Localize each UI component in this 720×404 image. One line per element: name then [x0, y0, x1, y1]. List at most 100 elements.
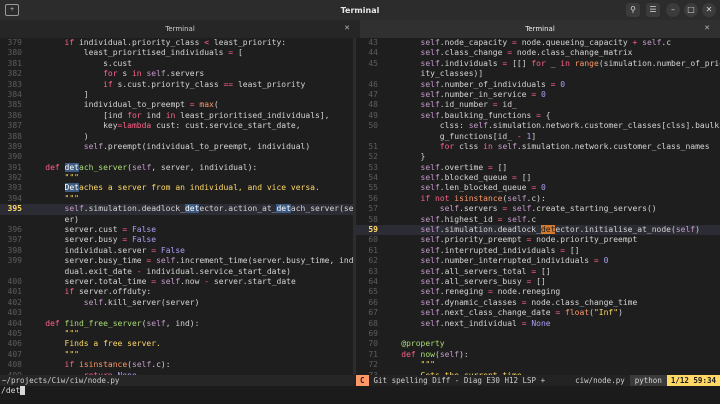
tab-label: Terminal — [525, 25, 555, 33]
code-line[interactable]: 61 self.interrupted_individuals = [] — [356, 246, 720, 256]
code-text: """ — [420, 360, 435, 370]
maximize-icon[interactable]: □ — [684, 3, 698, 17]
code-text: self.number_of_individuals = 0 — [420, 79, 566, 89]
code-line[interactable]: 408 if isinstance(self.c): — [0, 360, 353, 370]
code-line[interactable]: 55 self.len_blocked_queue = 0 — [356, 183, 720, 193]
code-line[interactable]: 63 self.all_servers_total = [] — [356, 267, 720, 277]
code-line[interactable]: 405 """ — [0, 329, 353, 339]
code-line[interactable]: 46 self.number_of_individuals = 0 — [356, 80, 720, 90]
code-line[interactable]: 400 server.total_time = self.now - serve… — [0, 277, 353, 287]
line-number: 63 — [368, 266, 378, 276]
code-line[interactable]: 71 def now(self): — [356, 350, 720, 360]
code-line[interactable]: 52 } — [356, 152, 720, 162]
line-number: 407 — [7, 349, 22, 359]
code-line[interactable]: 379 if individual.priority_class < least… — [0, 38, 353, 48]
code-line[interactable]: 56 if not isinstance(self.c): — [356, 194, 720, 204]
code-line[interactable]: 386 [ind for ind in least_prioritised_in… — [0, 111, 353, 121]
code-line[interactable]: 387 key=lambda cust: cust.service_start_… — [0, 121, 353, 131]
code-line[interactable]: 54 self.blocked_queue = [] — [356, 173, 720, 183]
code-line[interactable]: 48 self.id_number = id_ — [356, 100, 720, 110]
code-line[interactable]: 53 self.overtime = [] — [356, 163, 720, 173]
line-number: 53 — [368, 162, 378, 172]
mode-indicator: C — [356, 375, 369, 386]
code-line[interactable]: 407 """ — [0, 350, 353, 360]
code-line[interactable]: 392 """ — [0, 173, 353, 183]
code-text: ] — [26, 89, 89, 99]
close-tab-icon[interactable]: ✕ — [704, 24, 710, 32]
code-line[interactable]: 58 self.highest_id = self.c — [356, 215, 720, 225]
code-text: self.reneging = node.reneging — [420, 287, 561, 297]
code-line[interactable]: 404 def find_free_server(self, ind): — [0, 319, 353, 329]
code-line[interactable]: 43 self.node_capacity = node.queueing_ca… — [356, 38, 720, 48]
search-icon[interactable]: ⚲ — [626, 3, 640, 17]
line-number: 398 — [7, 245, 22, 255]
editor-pane-right[interactable]: 43 self.node_capacity = node.queueing_ca… — [356, 38, 720, 375]
code-line[interactable]: 384 ] — [0, 90, 353, 100]
code-line[interactable]: 62 self.number_interrupted_individuals =… — [356, 256, 720, 266]
code-text: clss: self.simulation.network.customer_c… — [382, 121, 720, 131]
code-line[interactable]: 402 self.kill_server(server) — [0, 298, 353, 308]
code-line[interactable]: 66 self.dynamic_classes = node.class_cha… — [356, 298, 720, 308]
code-line[interactable]: 403 — [0, 308, 353, 318]
code-line[interactable]: 398 individual.server = False — [0, 246, 353, 256]
code-line[interactable]: 49 self.baulking_functions = { — [356, 111, 720, 121]
code-line[interactable]: ity_classes)] — [356, 69, 720, 79]
code-line[interactable]: 50 clss: self.simulation.network.custome… — [356, 121, 720, 131]
code-line[interactable]: 57 self.servers = self.create_starting_s… — [356, 204, 720, 214]
line-number: 389 — [7, 141, 22, 151]
code-line[interactable]: 390 — [0, 152, 353, 162]
code-line[interactable]: 60 self.priority_preempt = node.priority… — [356, 235, 720, 245]
code-line[interactable]: 406 Finds a free server. — [0, 339, 353, 349]
code-line[interactable]: 397 server.busy = False — [0, 235, 353, 245]
code-line[interactable]: 51 for clss in self.simulation.network.c… — [356, 142, 720, 152]
code-line[interactable]: g_functions[id_ - 1] — [356, 132, 720, 142]
code-text: """ — [64, 173, 79, 183]
code-line[interactable]: 59 self.simulation.deadlock_detector.ini… — [356, 225, 720, 236]
code-line[interactable]: 395 self.simulation.deadlock_detector.ac… — [0, 204, 353, 215]
code-text: @property — [401, 339, 445, 349]
code-line[interactable]: 47 self.number_in_service = 0 — [356, 90, 720, 100]
code-text: self.node_capacity = node.queueing_capac… — [420, 38, 672, 47]
editor-pane-left[interactable]: 379 if individual.priority_class < least… — [0, 38, 353, 375]
code-text: key=lambda cust: cust.service_start_date… — [26, 121, 301, 131]
code-line[interactable]: 69 — [356, 329, 720, 339]
code-line[interactable]: 391 def detach_server(self, server, indi… — [0, 162, 353, 173]
code-line[interactable]: 68 self.next_individual = None — [356, 319, 720, 329]
command-line[interactable]: /det — [0, 386, 720, 404]
code-text: self.priority_preempt = node.priority_pr… — [420, 235, 638, 245]
tab-terminal-2[interactable]: Terminal ✕ — [360, 20, 720, 38]
code-line[interactable]: 396 server.cust = False — [0, 225, 353, 235]
line-number: 55 — [368, 183, 378, 193]
code-line[interactable]: 67 self.next_class_change_date = float("… — [356, 308, 720, 318]
code-text: s.cust — [26, 58, 132, 68]
code-line[interactable]: 399 server.busy_time = self.increment_ti… — [0, 256, 353, 266]
code-line[interactable]: 394 """ — [0, 194, 353, 204]
tab-terminal-1[interactable]: Terminal ✕ — [0, 20, 360, 38]
code-line[interactable]: er) — [0, 215, 353, 225]
line-number: 402 — [7, 297, 22, 307]
code-line[interactable]: 64 self.all_servers_busy = [] — [356, 277, 720, 287]
code-line[interactable]: 385 individual_to_preempt = max( — [0, 100, 353, 110]
code-line[interactable]: 65 self.reneging = node.reneging — [356, 287, 720, 297]
close-icon[interactable]: ✕ — [702, 3, 716, 17]
code-line[interactable]: 388 ) — [0, 132, 353, 142]
code-line[interactable]: 72 """ — [356, 360, 720, 370]
new-tab-icon[interactable]: + — [5, 4, 19, 16]
code-line[interactable]: 380 least_prioritised_individuals = [ — [0, 48, 353, 58]
code-line[interactable]: 381 s.cust — [0, 59, 353, 69]
close-tab-icon[interactable]: ✕ — [344, 24, 350, 32]
code-line[interactable]: 393 Detaches a server from an individual… — [0, 183, 353, 193]
code-line[interactable]: 382 for s in self.servers — [0, 69, 353, 79]
code-line[interactable]: 70 @property — [356, 339, 720, 349]
code-line[interactable]: 383 if s.cust.priority_class == least_pr… — [0, 80, 353, 90]
minimize-icon[interactable]: – — [666, 3, 680, 17]
code-text: def now(self): — [401, 349, 469, 359]
code-line[interactable]: 401 if server.offduty: — [0, 287, 353, 297]
code-line[interactable]: 389 self.preempt(individual_to_preempt, … — [0, 142, 353, 152]
menu-icon[interactable]: ☰ — [646, 3, 660, 17]
code-line[interactable]: dual.exit_date - individual.service_star… — [0, 267, 353, 277]
code-line[interactable]: 44 self.class_change = node.class_change… — [356, 48, 720, 58]
code-text: self.kill_server(server) — [83, 297, 200, 307]
code-line[interactable]: 45 self.individuals = [[] for _ in range… — [356, 59, 720, 69]
line-number: 387 — [7, 121, 22, 131]
